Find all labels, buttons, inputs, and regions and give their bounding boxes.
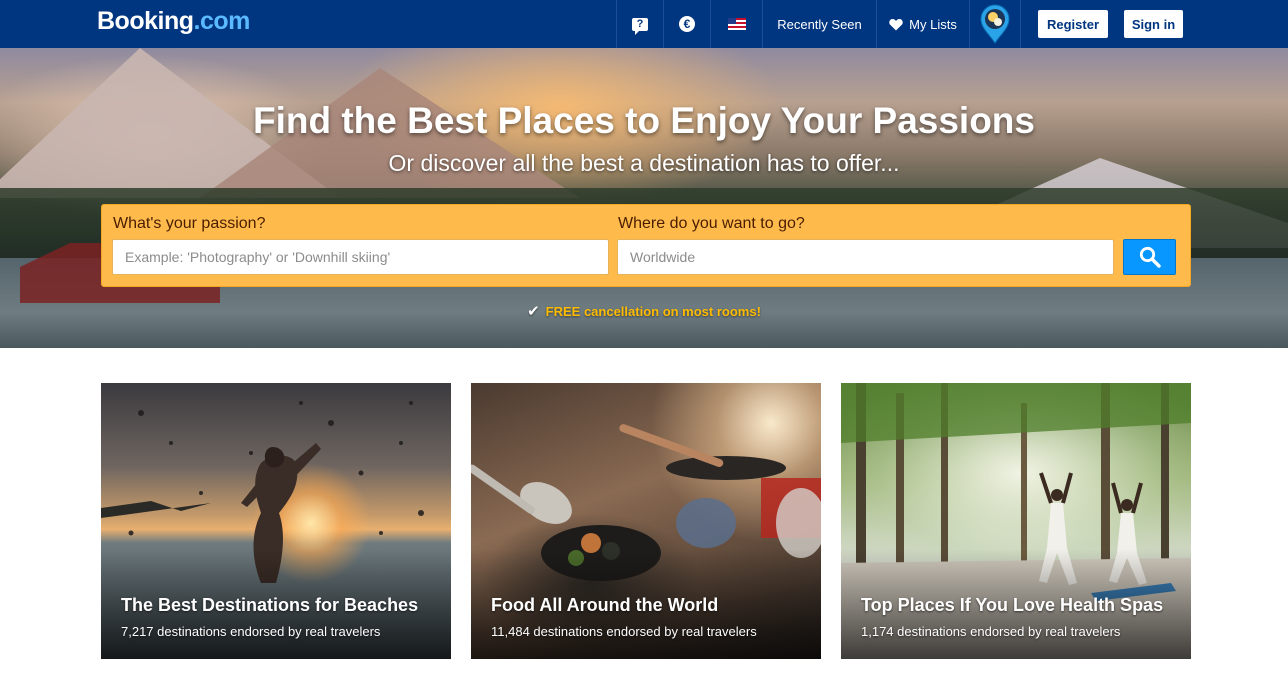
sign-in-button[interactable]: Sign in [1124,10,1183,38]
logo-main: Booking [97,7,194,35]
currency-euro-icon: € [679,16,695,32]
hero-banner: Find the Best Places to Enjoy Your Passi… [0,48,1288,348]
passion-card-food[interactable]: Food All Around the World 11,484 destina… [471,383,821,659]
heart-icon [889,18,903,30]
passion-input[interactable] [112,239,609,275]
my-lists-label: My Lists [909,16,957,32]
card-subtitle: 7,217 destinations endorsed by real trav… [121,624,381,639]
hero-subtitle: Or discover all the best a destination h… [388,150,900,176]
recently-seen-link[interactable]: Recently Seen [762,0,876,48]
logo-suffix: .com [193,7,251,35]
help-button[interactable]: ? [616,0,663,48]
card-subtitle: 11,484 destinations endorsed by real tra… [491,624,757,639]
search-box: What's your passion? Where do you want t… [101,204,1191,287]
destination-label: Where do you want to go? [618,215,805,232]
card-subtitle: 1,174 destinations endorsed by real trav… [861,624,1121,639]
avatar-pin-icon [980,4,1010,44]
passion-card-beaches[interactable]: The Best Destinations for Beaches 7,217 … [101,383,451,659]
search-button[interactable] [1123,239,1176,275]
checkmark-icon: ✔ [527,303,540,320]
profile-avatar-button[interactable] [969,0,1021,48]
free-cancellation-note: ✔ FREE cancellation on most rooms! [0,302,1288,320]
card-title: The Best Destinations for Beaches [121,595,419,615]
register-button[interactable]: Register [1038,10,1108,38]
recently-seen-label: Recently Seen [777,16,862,32]
us-flag-icon [727,18,746,30]
passion-card-health-spas[interactable]: Top Places If You Love Health Spas 1,174… [841,383,1191,659]
search-icon [1139,246,1161,268]
destination-input[interactable] [617,239,1114,275]
my-lists-link[interactable]: My Lists [876,0,969,48]
currency-selector[interactable]: € [663,0,710,48]
top-navigation-bar: Booking.com ? € Recently Seen My Lists R… [0,0,1288,48]
free-cancellation-text: FREE cancellation on most rooms! [545,303,761,319]
passion-label: What's your passion? [113,215,266,232]
card-title: Food All Around the World [491,595,719,615]
hero-title: Find the Best Places to Enjoy Your Passi… [252,100,1035,141]
language-selector[interactable] [710,0,762,48]
help-chat-icon: ? [632,17,648,35]
card-title: Top Places If You Love Health Spas [861,595,1164,615]
booking-logo[interactable]: Booking.com [97,7,250,36]
